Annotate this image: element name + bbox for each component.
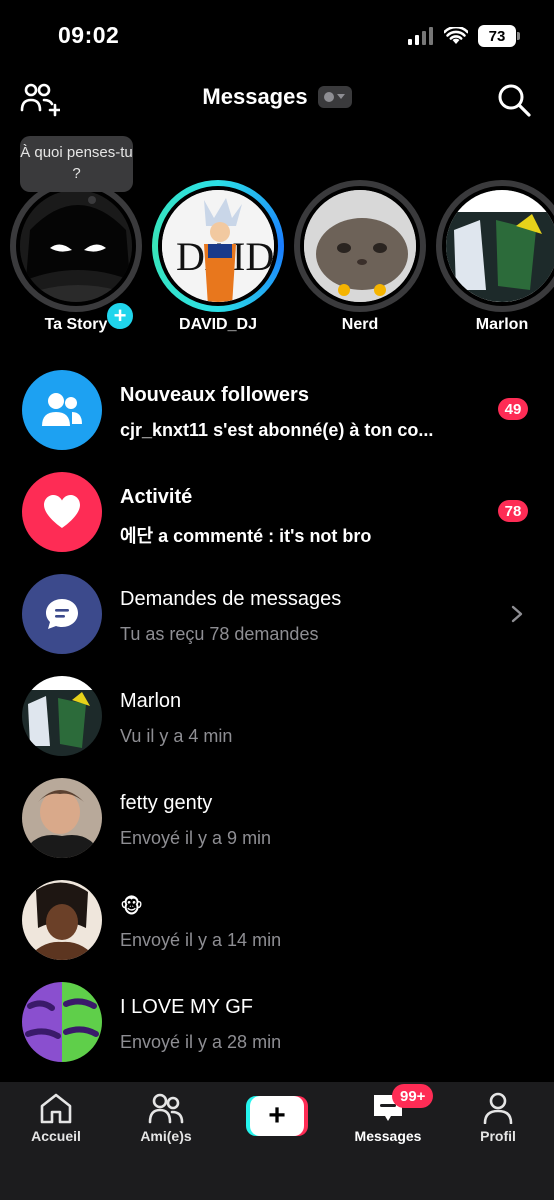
list-item-title: I LOVE MY GF xyxy=(120,996,253,1018)
story-ring xyxy=(294,180,426,312)
story-own[interactable]: + Ta Story xyxy=(10,180,142,340)
followers-icon xyxy=(42,393,82,426)
status-icons: 73 xyxy=(408,25,520,47)
person-photo-avatar-icon xyxy=(22,778,102,858)
i-love-my-girlfriend-avatar-icon xyxy=(22,982,102,1062)
list-item-subtitle: 에단 a commenté : it's not bro xyxy=(120,526,372,546)
list-item-conversation[interactable]: 🐵 Envoyé il y a 14 min xyxy=(0,870,554,972)
list-item-title: Marlon xyxy=(120,690,182,712)
list-item-subtitle: Tu as reçu 78 demandes xyxy=(120,624,319,644)
message-list: Nouveaux followers cjr_knxt11 s'est abon… xyxy=(0,360,554,1074)
status-time: 09:02 xyxy=(58,22,120,48)
avatar xyxy=(22,778,102,858)
list-item-message-requests[interactable]: Demandes de messages Tu as reçu 78 deman… xyxy=(0,564,554,666)
chat-bubble-icon-avatar xyxy=(22,574,102,654)
online-status-toggle[interactable] xyxy=(317,86,352,108)
list-item-new-followers[interactable]: Nouveaux followers cjr_knxt11 s'est abon… xyxy=(0,360,554,462)
anime-group-avatar-icon xyxy=(446,190,554,302)
tab-label: Ami(e)s xyxy=(140,1128,192,1144)
person-photo-avatar-icon xyxy=(22,880,102,960)
list-item-conversation[interactable]: I LOVE MY GF Envoyé il y a 28 min xyxy=(0,972,554,1074)
story-label: Marlon xyxy=(475,316,529,333)
status-bar: 09:02 73 xyxy=(0,0,554,70)
story-ring xyxy=(436,180,554,312)
battery-indicator: 73 xyxy=(478,25,520,47)
home-icon xyxy=(40,1093,72,1124)
anime-group-avatar-icon xyxy=(22,676,102,756)
list-item-subtitle: Envoyé il y a 9 min xyxy=(120,828,272,848)
unread-messages-badge: 99+ xyxy=(392,1084,434,1108)
followers-icon-avatar xyxy=(22,370,102,450)
unread-count-badge: 78 xyxy=(498,500,528,522)
chevron-right-icon xyxy=(511,605,523,623)
list-item-activity[interactable]: Activité 에단 a commenté : it's not bro 78 xyxy=(0,462,554,564)
bottom-tab-bar: Accueil Ami(e)s + Messages 99+ Profil xyxy=(0,1082,554,1200)
story-marlon[interactable]: Marlon xyxy=(436,180,554,340)
avatar xyxy=(300,186,420,306)
list-item-subtitle: cjr_knxt11 s'est abonné(e) à ton co... xyxy=(120,420,434,440)
svg-text:ID: ID xyxy=(232,234,274,279)
list-item-title: 🐵 xyxy=(120,896,144,918)
story-david-dj[interactable]: DA ID DAVID_DJ xyxy=(152,180,284,340)
list-item-subtitle: Envoyé il y a 14 min xyxy=(120,930,282,950)
chevron-down-icon xyxy=(337,94,346,99)
list-item-title: fetty genty xyxy=(120,792,213,814)
list-item-title: Nouveaux followers xyxy=(120,384,309,406)
plus-icon: + xyxy=(250,1096,304,1136)
heart-icon-avatar xyxy=(22,472,102,552)
list-item-title: Demandes de messages xyxy=(120,588,342,610)
search-icon xyxy=(498,84,531,117)
list-item-subtitle: Envoyé il y a 28 min xyxy=(120,1032,282,1052)
avatar: DA ID xyxy=(158,186,278,306)
heart-icon xyxy=(44,495,80,528)
tab-label: Accueil xyxy=(31,1128,81,1144)
list-item-conversation[interactable]: Marlon Vu il y a 4 min xyxy=(0,666,554,768)
header: Messages xyxy=(0,70,554,130)
story-prompt-tooltip[interactable]: À quoi penses-tu ? xyxy=(20,136,133,204)
cellular-signal-icon xyxy=(408,27,433,45)
list-item-title: Activité xyxy=(120,486,193,508)
page-title: Messages xyxy=(202,84,308,109)
list-item-conversation[interactable]: fetty genty Envoyé il y a 9 min xyxy=(0,768,554,870)
stories-row: + Ta Story DA ID DAVID_DJ xyxy=(0,130,554,350)
create-video-button[interactable]: + xyxy=(246,1096,308,1136)
chat-bubble-icon xyxy=(46,599,78,629)
tab-friends[interactable]: Ami(e)s xyxy=(116,1092,216,1152)
avatar xyxy=(16,186,136,306)
unread-count-badge: 49 xyxy=(498,398,528,420)
avatar xyxy=(442,186,554,306)
tab-label: Messages xyxy=(354,1128,422,1144)
friends-icon xyxy=(148,1093,184,1124)
story-nerd[interactable]: Nerd xyxy=(294,180,426,340)
profile-icon xyxy=(483,1092,513,1124)
avatar xyxy=(22,880,102,960)
wifi-icon xyxy=(444,27,468,44)
avatar xyxy=(22,676,102,756)
cat-avatar-icon xyxy=(304,190,416,302)
tab-label: Profil xyxy=(480,1128,516,1144)
list-item-subtitle: Vu il y a 4 min xyxy=(120,726,233,746)
status-dot xyxy=(324,92,335,102)
tab-home[interactable]: Accueil xyxy=(6,1092,106,1152)
story-ring xyxy=(10,180,142,312)
anime-avatar-icon xyxy=(20,190,132,302)
story-ring-unseen: DA ID xyxy=(152,180,284,312)
avatar xyxy=(22,982,102,1062)
dragonball-avatar-icon: DA ID xyxy=(162,190,274,302)
search-button[interactable] xyxy=(496,82,532,118)
tab-profile[interactable]: Profil xyxy=(448,1092,548,1152)
tab-messages[interactable]: Messages 99+ xyxy=(338,1084,438,1152)
